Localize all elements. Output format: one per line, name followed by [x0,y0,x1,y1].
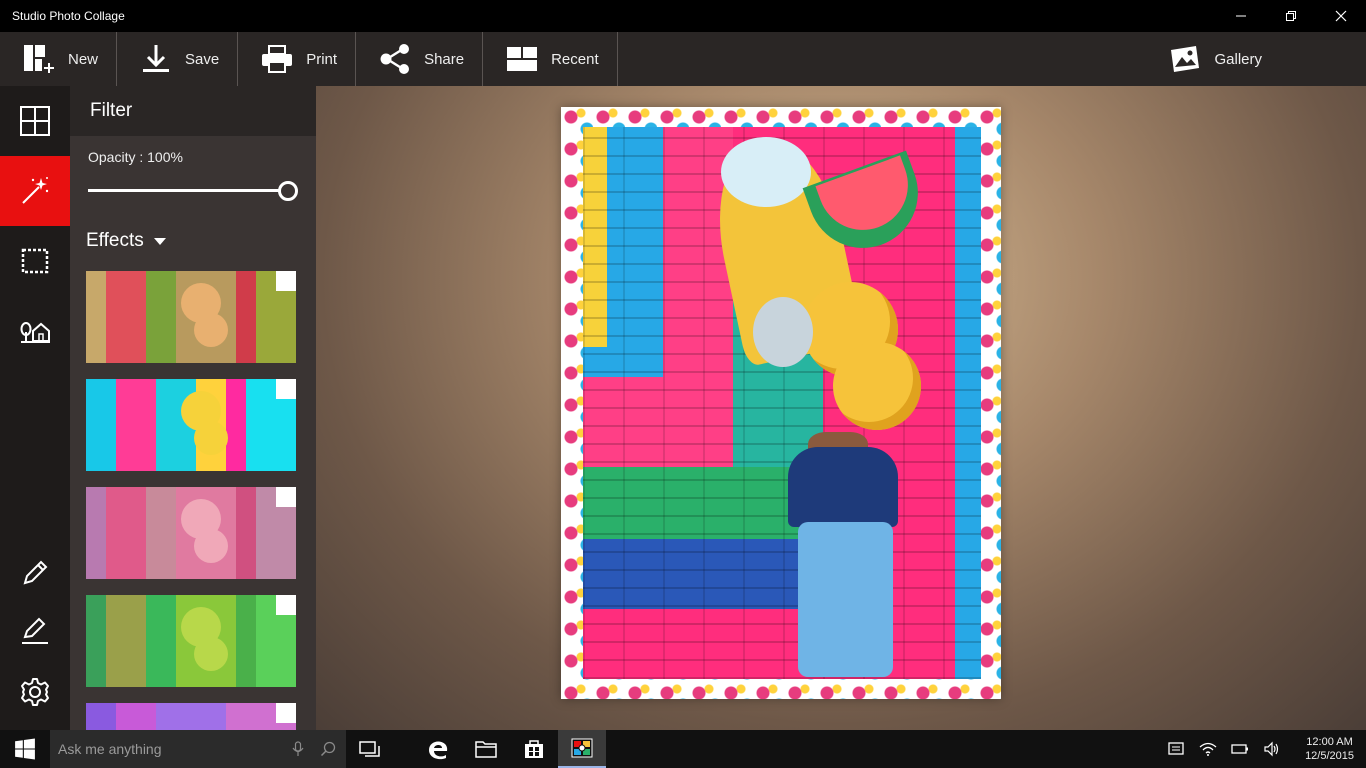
taskbar-search[interactable]: Ask me anything [50,730,346,768]
effect-thumbnail[interactable] [86,487,296,579]
clock-time: 12:00 AM [1306,736,1353,748]
tool-rail [0,86,70,730]
minimize-button[interactable] [1216,0,1266,32]
effect-thumbnail[interactable] [86,703,296,730]
landscape-icon [20,322,50,343]
effect-checkbox[interactable] [276,379,296,399]
filter-panel: Filter Opacity : 100% Effects [70,86,316,730]
battery-icon[interactable] [1231,740,1249,758]
clock-date: 12/5/2015 [1305,750,1354,762]
rail-frame-button[interactable] [0,226,70,296]
rail-settings-button[interactable] [0,657,70,727]
effect-checkbox[interactable] [276,703,296,723]
printer-icon [262,45,293,73]
task-view-icon [359,741,380,757]
effects-label: Effects [86,230,144,251]
store-button[interactable] [510,730,558,768]
save-button[interactable]: Save [117,32,239,86]
close-button[interactable] [1316,0,1366,32]
close-icon [1335,10,1347,22]
gallery-button[interactable]: Gallery [1148,32,1366,86]
gear-icon [21,678,49,706]
gallery-label: Gallery [1214,50,1262,68]
photo-collage-app-icon [571,738,593,758]
download-icon [143,45,170,72]
store-bag-icon [525,740,543,758]
recent-button[interactable]: Recent [483,32,618,86]
search-placeholder: Ask me anything [58,741,162,757]
layout-grid-icon [20,106,50,136]
restore-icon [1286,11,1296,21]
folder-icon [475,741,497,758]
app-title: Studio Photo Collage [12,9,125,23]
start-button[interactable] [0,730,50,768]
effect-checkbox[interactable] [276,271,296,291]
save-label: Save [185,50,220,68]
draw-icon [22,617,48,644]
crop-frame-icon [21,248,49,274]
taskbar-clock[interactable]: 12:00 AM 12/5/2015 [1305,735,1354,763]
action-center-icon[interactable] [1167,740,1185,758]
share-label: Share [424,50,465,68]
opacity-label: Opacity : 100% [88,149,183,165]
effect-checkbox[interactable] [276,487,296,507]
opacity-slider-thumb[interactable] [278,181,298,201]
rail-background-button[interactable] [0,296,70,366]
share-button[interactable]: Share [356,32,484,86]
rail-draw-button[interactable] [0,596,70,666]
magic-wand-icon [22,177,49,204]
system-tray: 12:00 AM 12/5/2015 [1167,735,1366,763]
pencil-icon [23,560,48,585]
title-bar: Studio Photo Collage [0,0,1366,32]
recent-label: Recent [551,50,599,68]
new-button[interactable]: New [0,32,118,86]
rail-filter-button[interactable] [0,156,70,226]
new-label: New [68,50,99,68]
opacity-slider[interactable] [88,181,298,201]
restore-button[interactable] [1266,0,1316,32]
print-label: Print [306,50,338,68]
gallery-icon [1171,46,1200,72]
photo-image [583,127,981,679]
rail-layout-button[interactable] [0,86,70,156]
collage-photo[interactable] [561,107,1001,699]
edge-browser-button[interactable] [414,730,462,768]
task-view-button[interactable] [346,730,394,768]
share-icon [380,44,410,74]
photo-collage-app-button[interactable] [558,730,606,768]
filter-panel-title: Filter [70,86,316,136]
volume-icon[interactable] [1263,740,1281,758]
minimize-icon [1236,15,1246,17]
edge-icon [429,741,448,760]
main-toolbar: New Save Print Share Recent Gallery [0,32,1366,86]
windows-logo-icon [15,738,35,760]
effect-thumbnail[interactable] [86,595,296,687]
effects-dropdown[interactable]: Effects [86,230,166,252]
wifi-icon[interactable] [1199,740,1217,758]
file-explorer-button[interactable] [462,730,510,768]
print-button[interactable]: Print [238,32,357,86]
opacity-slider-track [88,189,288,192]
search-icon[interactable] [320,741,336,757]
taskbar: Ask me anything 12:00 AM 12/5/2015 [0,730,1366,768]
microphone-icon[interactable] [290,741,306,757]
caret-down-icon [153,237,166,245]
effect-checkbox[interactable] [276,595,296,615]
effect-thumbnail[interactable] [86,379,296,471]
effect-thumbnail[interactable] [86,271,296,363]
new-collage-icon [24,45,54,73]
recent-grid-icon [507,47,538,71]
